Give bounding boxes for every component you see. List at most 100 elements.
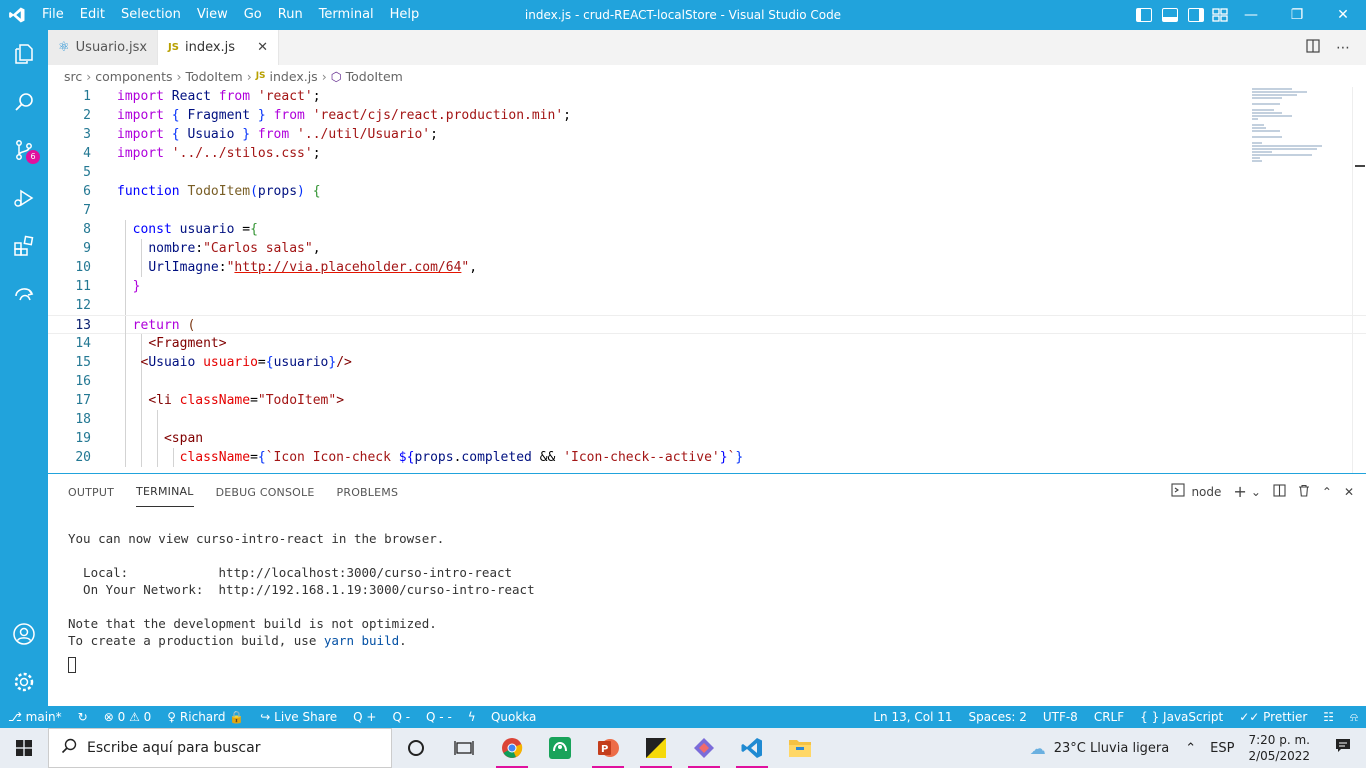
notifications-bell-icon[interactable]: ⍾ (1342, 710, 1366, 725)
close-window-icon[interactable]: ✕ (1320, 0, 1366, 30)
restore-icon[interactable]: ❐ (1274, 0, 1320, 30)
chevron-right-icon: › (321, 68, 327, 84)
sticky-app-icon[interactable] (632, 728, 680, 768)
windows-start-icon[interactable] (0, 728, 48, 768)
input-language[interactable]: ESP (1210, 741, 1234, 756)
sync-icon[interactable]: ↻ (70, 710, 96, 724)
new-terminal-icon[interactable]: + (1233, 482, 1246, 501)
minimap[interactable] (1252, 87, 1352, 177)
breadcrumb-todoitem-folder[interactable]: TodoItem (185, 69, 242, 84)
breadcrumb-file[interactable]: index.js (270, 69, 318, 84)
menu-selection[interactable]: Selection (113, 0, 189, 30)
line-number: 8 (83, 222, 91, 237)
vscode-logo-icon[interactable] (0, 0, 34, 30)
weather-cloud-icon[interactable]: ☁ (1030, 739, 1046, 758)
settings-gear-icon[interactable] (0, 658, 48, 706)
trash-icon[interactable] (1298, 484, 1310, 500)
panel-tab-output[interactable]: OUTPUT (68, 478, 114, 507)
editor-scrollbar[interactable] (1352, 87, 1366, 473)
cursor-position[interactable]: Ln 13, Col 11 (865, 710, 960, 724)
customize-layout-icon[interactable] (1212, 8, 1228, 22)
accounts-icon[interactable] (0, 610, 48, 658)
menu-help[interactable]: Help (382, 0, 428, 30)
code-line: 3 import { Usuaio } from '../util/Usuario… (48, 125, 1366, 144)
network-url[interactable]: http://192.168.1.19:3000/curso-intro-rea… (219, 582, 535, 597)
problems-status[interactable]: ⊗ 0 ⚠ 0 (96, 710, 160, 724)
source-control-icon[interactable]: 6 (0, 126, 48, 174)
chevron-down-icon[interactable]: ⌄ (1251, 485, 1261, 499)
task-view-icon[interactable] (440, 728, 488, 768)
tab-index-js[interactable]: JS index.js ✕ (158, 30, 279, 65)
scroll-thumb[interactable] (1355, 165, 1365, 167)
split-terminal-icon[interactable] (1273, 483, 1286, 500)
extensions-icon[interactable] (0, 222, 48, 270)
tab-usuario-jsx[interactable]: ⚛ Usuario.jsx (48, 30, 159, 65)
chevron-right-icon: › (176, 68, 182, 84)
lightning-icon: ϟ (467, 710, 476, 724)
remote-explorer-icon[interactable] (0, 270, 48, 318)
panel-tab-terminal[interactable]: TERMINAL (136, 477, 194, 507)
feedback-icon[interactable]: ☷ (1315, 710, 1342, 724)
menu-terminal[interactable]: Terminal (311, 0, 382, 30)
code-text: nombre:"Carlos salas", (148, 241, 321, 256)
tab-label: index.js (184, 40, 236, 55)
breadcrumb-components[interactable]: components (95, 69, 172, 84)
encoding[interactable]: UTF-8 (1035, 710, 1086, 724)
toggle-panel-icon[interactable] (1162, 8, 1178, 22)
code-line: 9 nombre:"Carlos salas", (48, 239, 1366, 258)
file-explorer-icon[interactable] (776, 728, 824, 768)
terminal-output[interactable]: You can now view curso-intro-react in th… (68, 530, 535, 676)
toggle-sidebar-icon[interactable] (1136, 8, 1152, 22)
minimize-icon[interactable]: — (1228, 0, 1274, 30)
end-of-line[interactable]: CRLF (1086, 710, 1132, 724)
menu-edit[interactable]: Edit (72, 0, 113, 30)
sourcetree-icon[interactable] (680, 728, 728, 768)
close-panel-icon[interactable]: ✕ (1344, 485, 1354, 499)
indentation[interactable]: Spaces: 2 (961, 710, 1035, 724)
code-line: 8 const usuario ={ (48, 220, 1366, 239)
more-actions-icon[interactable]: ⋯ (1336, 40, 1350, 56)
cortana-icon[interactable] (392, 728, 440, 768)
quokka-q-plus[interactable]: Q + (345, 710, 384, 724)
menu-go[interactable]: Go (236, 0, 270, 30)
terminal-shell-name[interactable]: node (1191, 485, 1221, 499)
line-number: 19 (75, 431, 91, 446)
vscode-taskbar-icon[interactable] (728, 728, 776, 768)
search-icon[interactable] (0, 78, 48, 126)
panel-tab-debug-console[interactable]: DEBUG CONSOLE (216, 478, 315, 507)
weather-text[interactable]: 23°C Lluvia ligera (1054, 741, 1170, 756)
taskbar-search-box[interactable]: Escribe aquí para buscar (48, 728, 392, 768)
live-share-status[interactable]: ↪ Live Share (252, 710, 345, 724)
toggle-secondary-sidebar-icon[interactable] (1188, 8, 1204, 22)
chevron-up-icon[interactable]: ⌃ (1185, 741, 1196, 756)
menu-file[interactable]: File (34, 0, 72, 30)
notification-center-icon[interactable] (1320, 738, 1366, 758)
code-editor[interactable]: 1 import React from 'react'; 2 import { Fr… (48, 87, 1366, 473)
menu-run[interactable]: Run (270, 0, 311, 30)
quokka-q-minus[interactable]: Q - (384, 710, 418, 724)
code-line: 2 import { Fragment } from 'react/cjs/rea… (48, 106, 1366, 125)
clock[interactable]: 7:20 p. m. 2/05/2022 (1238, 732, 1320, 764)
branch-status[interactable]: ⎇ main* (0, 710, 70, 724)
user-status[interactable]: ♀ Richard 🔒 (159, 710, 252, 724)
chrome-icon[interactable] (488, 728, 536, 768)
prettier-status[interactable]: ✓✓ Prettier (1231, 710, 1315, 724)
menu-view[interactable]: View (189, 0, 236, 30)
split-editor-icon[interactable] (1306, 38, 1320, 57)
status-bar: ⎇ main* ↻ ⊗ 0 ⚠ 0 ♀ Richard 🔒 ↪ Live Sha… (0, 706, 1366, 728)
breadcrumb-symbol[interactable]: TodoItem (346, 69, 403, 84)
close-tab-icon[interactable]: ✕ (257, 40, 268, 55)
local-url[interactable]: http://localhost:3000/curso-intro-react (219, 565, 513, 580)
run-debug-icon[interactable] (0, 174, 48, 222)
code-text: const usuario ={ (132, 222, 258, 237)
quokka-q-minus-minus[interactable]: Q - - (418, 710, 460, 724)
panel-tab-problems[interactable]: PROBLEMS (337, 478, 399, 507)
explorer-icon[interactable] (0, 30, 48, 78)
breadcrumb-src[interactable]: src (64, 69, 82, 84)
powerpoint-icon[interactable]: P (584, 728, 632, 768)
language-mode[interactable]: { } JavaScript (1132, 710, 1231, 724)
maximize-panel-icon[interactable]: ⌃ (1322, 485, 1332, 499)
gitkraken-icon[interactable] (536, 728, 584, 768)
quokka-status[interactable]: ϟ Quokka (460, 710, 545, 724)
